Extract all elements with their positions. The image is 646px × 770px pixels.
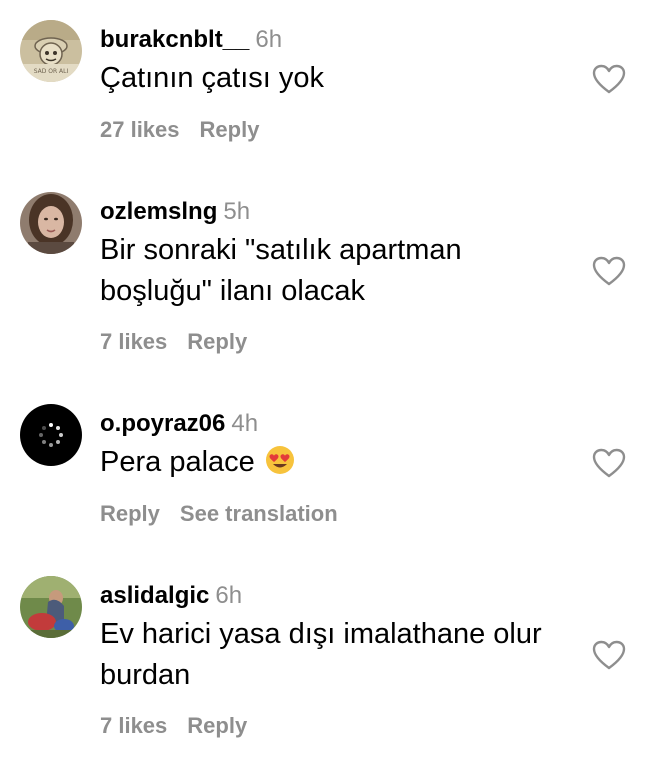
timestamp: 6h [255,26,283,53]
comment-header: o.poyraz06 4h [100,408,258,440]
timestamp: 5h [223,198,251,225]
comment-text: Pera palace [100,442,560,483]
likes-count[interactable]: 7 likes [100,329,167,354]
reply-button[interactable]: Reply [200,117,260,142]
comment-actions: 27 likes Reply [100,116,279,144]
heart-outline-icon[interactable] [592,256,626,286]
username[interactable]: ozlemslng [100,198,217,225]
comment-text: Çatının çatısı yok [100,62,325,94]
comment-actions: Reply See translation [100,500,358,528]
avatar[interactable] [20,192,82,254]
avatar[interactable] [20,404,82,466]
comment-text-content: Pera palace [100,446,255,478]
outdoor-photo-avatar-icon [20,576,82,638]
comment-actions: 7 likes Reply [100,712,267,740]
woman-photo-avatar-icon [20,192,82,254]
username[interactable]: burakcnblt__ [100,26,249,53]
likes-count[interactable]: 27 likes [100,117,180,142]
heart-outline-icon[interactable] [592,640,626,670]
comment-text: Ev harici yasa dışı imalathane olur burd… [100,618,542,691]
loading-spinner-avatar-icon [20,404,82,466]
timestamp: 6h [215,582,243,609]
avatar[interactable]: SAD OR ALI [20,20,82,82]
timestamp: 4h [231,410,259,437]
reply-button[interactable]: Reply [187,713,247,738]
comment-item: aslidalgic 6h Ev harici yasa dışı imalath… [0,574,646,754]
heart-eyes-emoji-icon [265,446,294,474]
username[interactable]: o.poyraz06 [100,410,225,437]
username[interactable]: aslidalgic [100,582,209,609]
reply-button[interactable]: Reply [187,329,247,354]
comment-actions: 7 likes Reply [100,328,267,356]
comment-item: SAD OR ALI burakcnblt__ 6h Çatının çatısı… [0,14,646,154]
comment-text: Bir sonraki "satılık apartman boşluğu" i… [100,234,462,307]
see-translation-button[interactable]: See translation [180,501,338,526]
heart-outline-icon[interactable] [592,64,626,94]
comment-item: o.poyraz06 4h Pera palace Reply See transl… [0,402,646,532]
likes-count[interactable]: 7 likes [100,713,167,738]
heart-outline-icon[interactable] [592,448,626,478]
reply-button[interactable]: Reply [100,501,160,526]
svg-text:SAD OR ALI: SAD OR ALI [34,68,69,75]
comment-item: ozlemslng 5h Bir sonraki "satılık apartma… [0,190,646,360]
pirate-skull-avatar-icon: SAD OR ALI [20,20,82,82]
comment-header: ozlemslng 5h [100,196,250,228]
comment-header: burakcnblt__ 6h [100,24,282,56]
avatar[interactable] [20,576,82,638]
comment-header: aslidalgic 6h [100,580,242,612]
